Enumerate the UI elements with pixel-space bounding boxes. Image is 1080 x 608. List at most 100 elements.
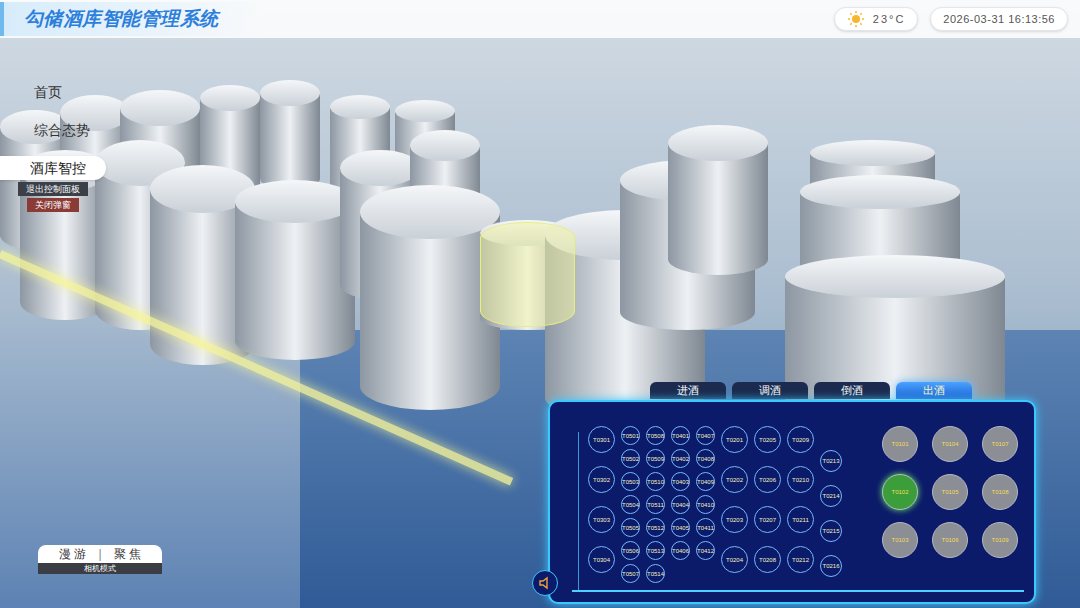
tank[interactable]: T0501 — [621, 426, 640, 445]
tank[interactable]: T0405 — [671, 518, 690, 537]
tank[interactable]: T0507 — [621, 564, 640, 583]
tank[interactable]: T0216 — [820, 555, 842, 577]
outlet-tank[interactable]: T0109 — [982, 522, 1018, 558]
header-right: 23°C 2026-03-31 16:13:56 — [834, 7, 1068, 31]
tank-label: T0405 — [672, 525, 689, 531]
outlet-tank[interactable]: T0103 — [882, 522, 918, 558]
tank-body — [260, 93, 320, 190]
tank[interactable]: T0302 — [588, 466, 615, 493]
tank[interactable]: T0509 — [646, 449, 665, 468]
tank-label: T0102 — [891, 489, 908, 495]
tank[interactable]: T0510 — [646, 472, 665, 491]
tank[interactable]: T0411 — [696, 518, 715, 537]
tank[interactable]: T0212 — [787, 546, 814, 573]
tank-label: T0402 — [672, 456, 689, 462]
tank[interactable]: T0209 — [787, 426, 814, 453]
tank-label: T0507 — [622, 571, 639, 577]
tank[interactable]: T0210 — [787, 466, 814, 493]
tank[interactable]: T0208 — [754, 546, 781, 573]
tank[interactable]: T0406 — [671, 541, 690, 560]
tank-label: T0508 — [647, 433, 664, 439]
outlet-tank[interactable]: T0104 — [932, 426, 968, 462]
tank[interactable]: T0401 — [671, 426, 690, 445]
header-bar: 勾储酒库智能管理系统 23°C 2026-03-31 16:13:56 — [0, 0, 1080, 38]
panel-tab[interactable]: 进酒 — [650, 382, 726, 399]
panel-tab[interactable]: 倒酒 — [814, 382, 890, 399]
tank[interactable]: T0301 — [588, 426, 615, 453]
caption-text: 相机模式 — [84, 563, 116, 574]
tank[interactable]: T0514 — [646, 564, 665, 583]
datetime-pill: 2026-03-31 16:13:56 — [930, 7, 1068, 31]
tank[interactable]: T0204 — [721, 546, 748, 573]
camera-mode-button[interactable]: 聚 焦 — [110, 545, 145, 563]
tank[interactable]: T0303 — [588, 506, 615, 533]
tank-column: T0501 T0502 T0503 T0504 T0505 T0506 T0507 — [621, 426, 640, 583]
tank[interactable]: T0203 — [721, 506, 748, 533]
nav-item[interactable]: 首页 — [0, 80, 70, 104]
tank[interactable]: T0513 — [646, 541, 665, 560]
separator: | — [98, 545, 101, 563]
datetime: 2026-03-31 16:13:56 — [943, 11, 1055, 28]
tank-column: T0205 T0206 T0207 T0208 — [754, 426, 781, 573]
tank[interactable]: T0407 — [696, 426, 715, 445]
tank[interactable]: T0508 — [646, 426, 665, 445]
title-box: 勾储酒库智能管理系统 — [0, 2, 259, 36]
tank-top — [395, 100, 455, 122]
tank[interactable]: T0205 — [754, 426, 781, 453]
tank[interactable]: T0511 — [646, 495, 665, 514]
submenu-button[interactable]: 关闭弹窗 — [27, 198, 79, 212]
tank[interactable]: T0409 — [696, 472, 715, 491]
tank[interactable]: T0410 — [696, 495, 715, 514]
outlet-tank[interactable]: T0107 — [982, 426, 1018, 462]
tank[interactable]: T0512 — [646, 518, 665, 537]
tank-label: T0206 — [759, 477, 776, 483]
tank-label: T0106 — [941, 537, 958, 543]
outlet-tank[interactable]: T0101 — [882, 426, 918, 462]
tank[interactable]: T0408 — [696, 449, 715, 468]
tank[interactable]: T0402 — [671, 449, 690, 468]
tank[interactable]: T0505 — [621, 518, 640, 537]
tank[interactable]: T0502 — [621, 449, 640, 468]
tank[interactable]: T0202 — [721, 466, 748, 493]
outlet-tank[interactable]: T0102 — [882, 474, 918, 510]
outlet-tank[interactable]: T0105 — [932, 474, 968, 510]
tank-label: T0511 — [647, 502, 664, 508]
tank-label: T0502 — [622, 456, 639, 462]
tank[interactable]: T0214 — [820, 485, 842, 507]
tank[interactable]: T0503 — [621, 472, 640, 491]
tank-label: T0213 — [822, 458, 839, 464]
tank-top — [340, 150, 420, 186]
tank[interactable]: T0506 — [621, 541, 640, 560]
tank[interactable]: T0207 — [754, 506, 781, 533]
tank[interactable]: T0206 — [754, 466, 781, 493]
pipe-line — [572, 590, 1024, 592]
outlet-grid: T0101 T0104 T0107 T0102 T0105 T0108 T0103 T0106… — [882, 426, 1018, 558]
temperature: 23°C — [873, 11, 906, 28]
panel-tab[interactable]: 出酒 — [896, 382, 972, 399]
tank[interactable]: T0215 — [820, 520, 842, 542]
nav-item[interactable]: 综合态势 — [0, 118, 98, 142]
tank[interactable]: T0412 — [696, 541, 715, 560]
outlet-tank[interactable]: T0106 — [932, 522, 968, 558]
speaker-icon[interactable] — [532, 570, 558, 596]
tank-label: T0216 — [822, 563, 839, 569]
tank[interactable]: T0213 — [820, 450, 842, 472]
tank[interactable]: T0304 — [588, 546, 615, 573]
tank[interactable]: T0211 — [787, 506, 814, 533]
tank[interactable]: T0404 — [671, 495, 690, 514]
outlet-tank[interactable]: T0108 — [982, 474, 1018, 510]
tank-label: T0108 — [991, 489, 1008, 495]
tank-label: T0401 — [672, 433, 689, 439]
tank-label: T0207 — [759, 517, 776, 523]
camera-mode-button[interactable]: 漫 游 — [55, 545, 90, 563]
tank[interactable]: T0504 — [621, 495, 640, 514]
tank[interactable]: T0403 — [671, 472, 690, 491]
submenu-button[interactable]: 退出控制面板 — [18, 182, 88, 196]
tank-label: T0205 — [759, 437, 776, 443]
tank-label: T0212 — [792, 557, 809, 563]
nav-item[interactable]: 酒库智控 — [0, 156, 106, 180]
tank[interactable]: T0201 — [721, 426, 748, 453]
tank-label: T0512 — [647, 525, 664, 531]
tank-label: T0412 — [697, 548, 714, 554]
panel-tab[interactable]: 调酒 — [732, 382, 808, 399]
